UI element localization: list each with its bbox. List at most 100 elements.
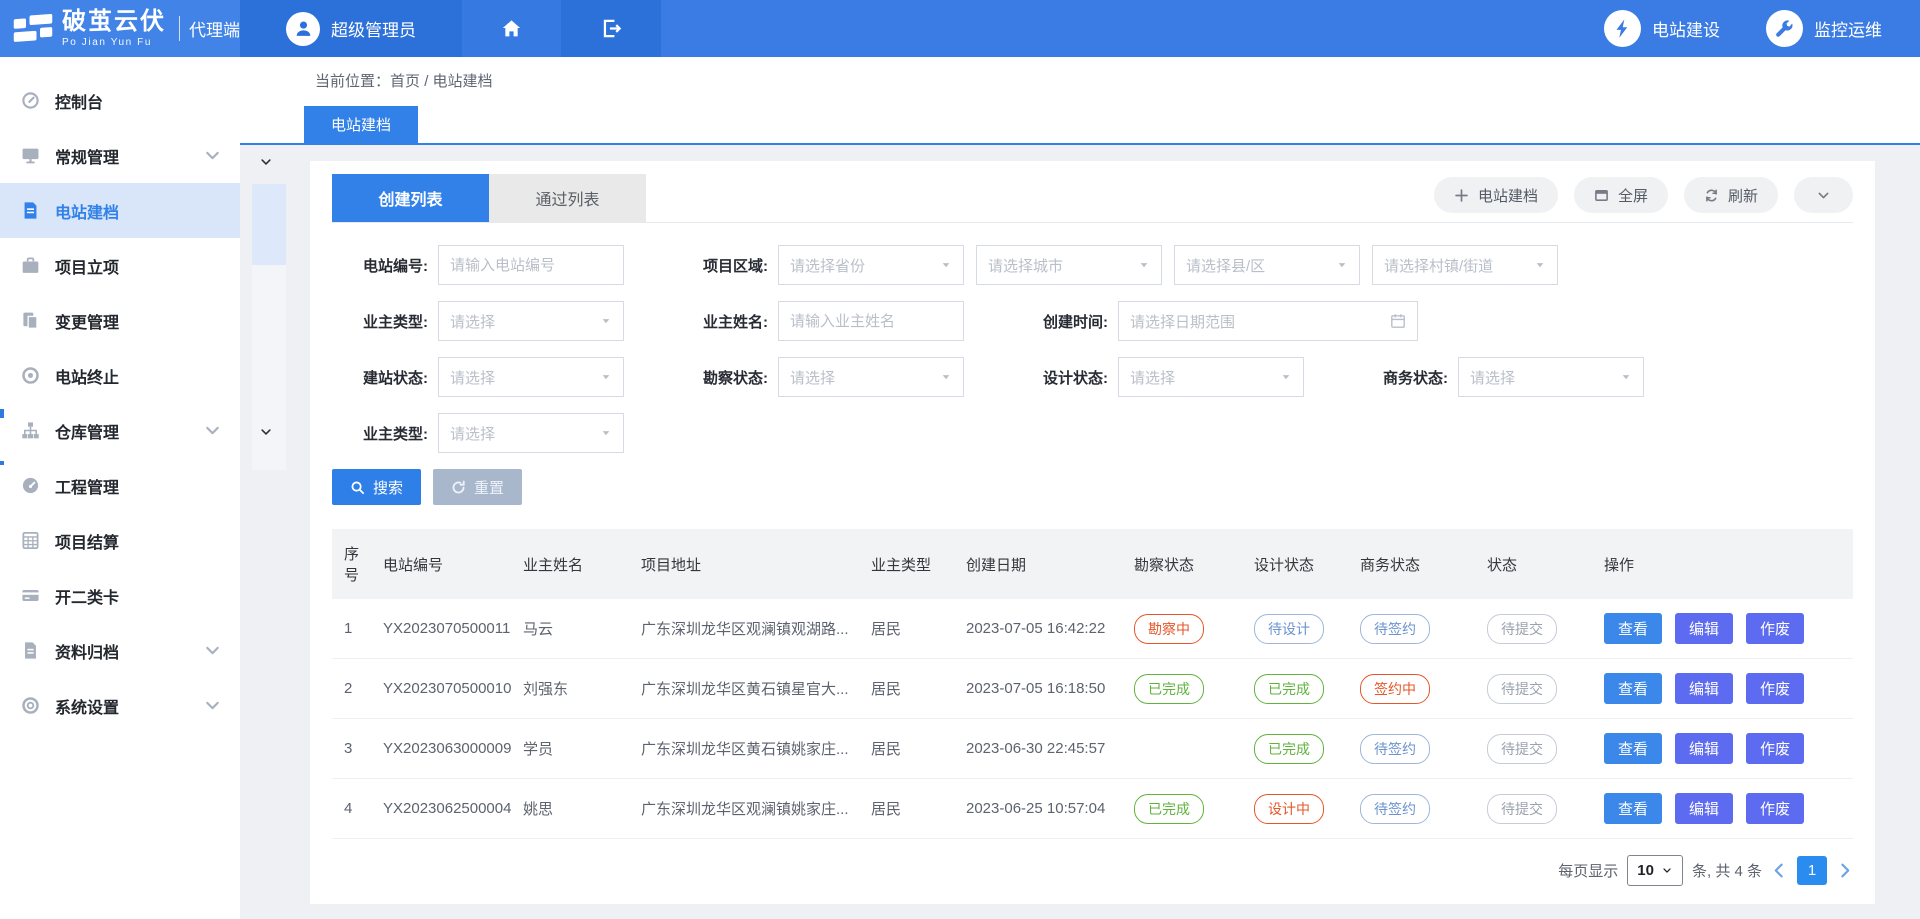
page-tab[interactable]: 电站建档	[304, 106, 418, 143]
table-header-row: 序号电站编号业主姓名项目地址业主类型创建日期勘察状态设计状态商务状态状态操作	[332, 529, 1853, 599]
user-menu[interactable]: 超级管理员	[240, 0, 462, 57]
filter-select[interactable]: 请选择村镇/街道	[1372, 245, 1558, 285]
records-table: 序号电站编号业主姓名项目地址业主类型创建日期勘察状态设计状态商务状态状态操作 1…	[332, 529, 1853, 839]
cell-survey-status: 勘察中	[1128, 599, 1248, 659]
logo[interactable]: 破茧云伏 Po Jian Yun Fu 代理端	[0, 0, 240, 57]
column-header: 商务状态	[1354, 529, 1481, 599]
sidebar-item-开二类卡[interactable]: 开二类卡	[0, 568, 240, 623]
current-page[interactable]: 1	[1797, 856, 1827, 885]
void-button[interactable]: 作废	[1746, 793, 1804, 824]
toolbar-button-电站建档[interactable]: 电站建档	[1434, 177, 1558, 213]
fullscreen-icon	[1594, 188, 1609, 203]
filter-select[interactable]: 请选择	[438, 357, 624, 397]
view-button[interactable]: 查看	[1604, 673, 1662, 704]
sidebar-item-常规管理[interactable]: 常规管理	[0, 128, 240, 183]
filter-input[interactable]	[438, 245, 624, 285]
void-button[interactable]: 作废	[1746, 733, 1804, 764]
status-badge: 签约中	[1360, 674, 1430, 704]
next-page-button[interactable]	[1836, 862, 1853, 879]
edit-button[interactable]: 编辑	[1675, 673, 1733, 704]
sidebar-item-系统设置[interactable]: 系统设置	[0, 678, 240, 733]
filter-form: 电站编号:项目区域:请选择省份请选择城市请选择县/区请选择村镇/街道业主类型:请…	[332, 245, 1853, 453]
reset-button[interactable]: 重置	[433, 469, 522, 505]
filter-input[interactable]	[778, 301, 964, 341]
sidebar-item-电站建档[interactable]: 电站建档	[0, 183, 240, 238]
collapse-chevron-icon[interactable]	[259, 155, 273, 169]
sidebar-item-电站终止[interactable]: 电站终止	[0, 348, 240, 403]
logout-icon	[601, 18, 622, 39]
sidebar-item-控制台[interactable]: 控制台	[0, 73, 240, 128]
sidebar: 控制台常规管理电站建档项目立项变更管理电站终止仓库管理工程管理项目结算开二类卡资…	[0, 57, 240, 919]
toolbar-button-全屏[interactable]: 全屏	[1574, 177, 1668, 213]
wrench-icon	[1774, 18, 1795, 39]
void-button[interactable]: 作废	[1746, 613, 1804, 644]
filter-select[interactable]: 请选择县/区	[1174, 245, 1360, 285]
table-body: 1YX2023070500011马云广东深圳龙华区观澜镇观湖路...居民2023…	[332, 599, 1853, 839]
edit-button[interactable]: 编辑	[1675, 733, 1733, 764]
header-spacer	[661, 0, 1604, 57]
filter-select[interactable]: 请选择	[438, 301, 624, 341]
cell-station-code: YX2023070500010	[377, 659, 517, 719]
toolbar-button-label: 全屏	[1618, 185, 1648, 206]
view-button[interactable]: 查看	[1604, 613, 1662, 644]
caret-down-icon	[1336, 259, 1348, 271]
sidebar-item-label: 资料归档	[55, 639, 119, 663]
filter-select[interactable]: 请选择	[778, 357, 964, 397]
logout-button[interactable]	[561, 0, 661, 57]
sidebar-item-项目结算[interactable]: 项目结算	[0, 513, 240, 568]
plus-icon	[1454, 188, 1469, 203]
search-button[interactable]: 搜索	[332, 469, 421, 505]
quick-links: 电站建设 监控运维	[1604, 0, 1920, 57]
filter-select[interactable]: 请选择	[1458, 357, 1644, 397]
column-header: 操作	[1598, 529, 1853, 599]
cell-status: 待提交	[1481, 779, 1598, 839]
prev-page-button[interactable]	[1771, 862, 1788, 879]
edit-button[interactable]: 编辑	[1675, 793, 1733, 824]
breadcrumb-item[interactable]: 首页	[390, 73, 420, 90]
filter-select[interactable]: 请选择	[1118, 357, 1304, 397]
sidebar-item-变更管理[interactable]: 变更管理	[0, 293, 240, 348]
date-range-input[interactable]: 请选择日期范围	[1118, 301, 1418, 341]
collapse-chevron-icon[interactable]	[259, 425, 273, 439]
sidebar-item-工程管理[interactable]: 工程管理	[0, 458, 240, 513]
tab-创建列表[interactable]: 创建列表	[332, 174, 489, 222]
content-card: 创建列表通过列表 电站建档 全屏 刷新 电站编号: 项目区域:请选择省份请选择城市请选…	[310, 161, 1875, 904]
column-header: 项目地址	[635, 529, 865, 599]
void-button[interactable]: 作废	[1746, 673, 1804, 704]
filter-select[interactable]: 请选择城市	[976, 245, 1162, 285]
filter-group: 项目区域:请选择省份请选择城市请选择县/区请选择村镇/街道	[672, 245, 1558, 285]
sidebar-item-项目立项[interactable]: 项目立项	[0, 238, 240, 293]
edit-button[interactable]: 编辑	[1675, 613, 1733, 644]
filter-group: 创建时间: 请选择日期范围	[1012, 301, 1418, 341]
cell-actions: 查看编辑作废	[1598, 659, 1853, 719]
user-icon	[293, 18, 314, 39]
user-name: 超级管理员	[331, 16, 416, 41]
filter-label: 设计状态:	[1012, 367, 1108, 388]
caret-down-icon	[940, 371, 952, 383]
per-page-select[interactable]: 10	[1627, 855, 1683, 886]
filter-label: 创建时间:	[1012, 311, 1108, 332]
sidebar-item-资料归档[interactable]: 资料归档	[0, 623, 240, 678]
sidebar-item-label: 开二类卡	[55, 584, 119, 608]
status-badge: 勘察中	[1134, 614, 1204, 644]
filter-label: 电站编号:	[332, 255, 428, 276]
home-button[interactable]	[462, 0, 561, 57]
status-badge: 设计中	[1254, 794, 1324, 824]
quick-link[interactable]: 电站建设	[1604, 10, 1720, 47]
sidebar-item-仓库管理[interactable]: 仓库管理	[0, 403, 240, 458]
cell-address: 广东深圳龙华区观澜镇观湖路...	[635, 599, 865, 659]
filter-select[interactable]: 请选择	[438, 413, 624, 453]
filter-select[interactable]: 请选择省份	[778, 245, 964, 285]
toolbar-button-刷新[interactable]: 刷新	[1684, 177, 1778, 213]
toolbar-more-button[interactable]	[1794, 177, 1853, 213]
lightning-icon	[1612, 18, 1633, 39]
collapsed-panel-strip	[252, 265, 286, 470]
column-header: 创建日期	[960, 529, 1128, 599]
tab-通过列表[interactable]: 通过列表	[489, 174, 646, 222]
breadcrumb-item[interactable]: 电站建档	[433, 73, 493, 90]
quick-link[interactable]: 监控运维	[1766, 10, 1882, 47]
view-button[interactable]: 查看	[1604, 733, 1662, 764]
status-badge: 待签约	[1360, 614, 1430, 644]
cell-owner-name: 姚思	[517, 779, 635, 839]
view-button[interactable]: 查看	[1604, 793, 1662, 824]
